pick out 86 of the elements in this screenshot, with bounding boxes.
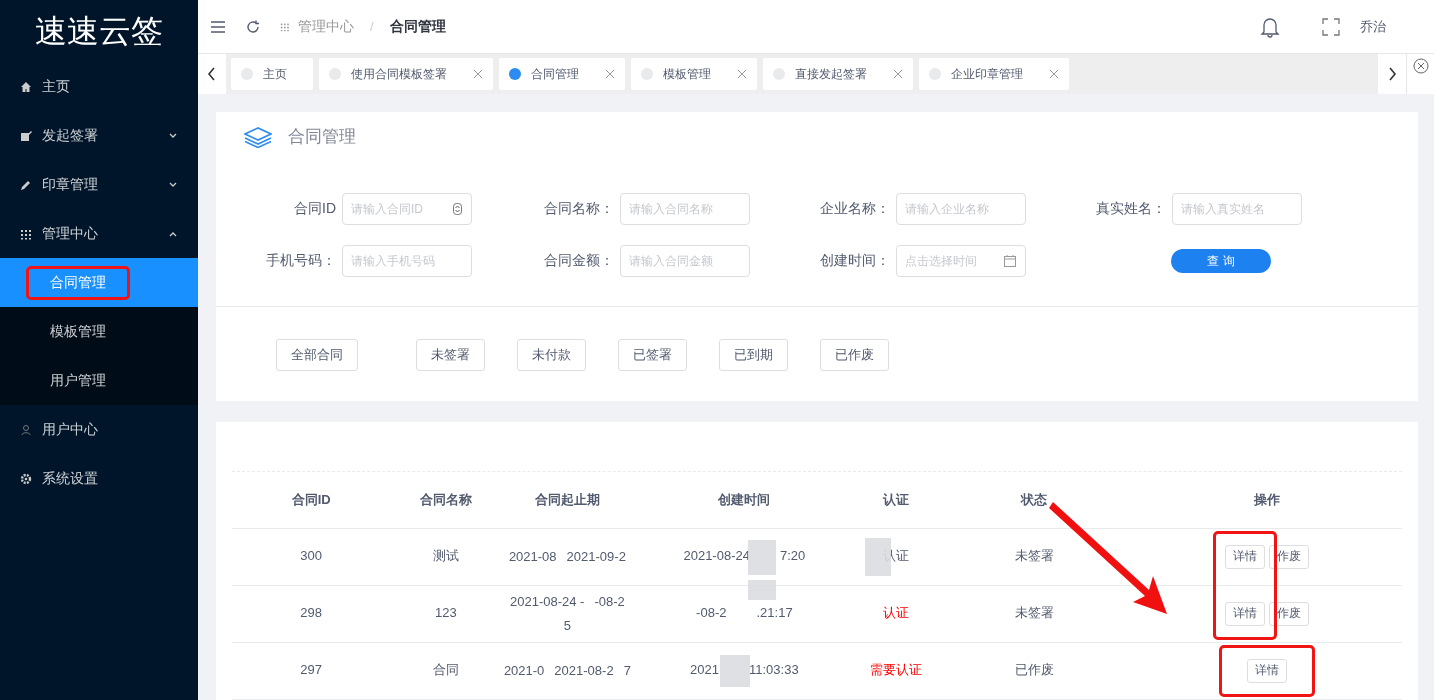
- void-button[interactable]: 作废: [1269, 544, 1310, 569]
- table-cell: 297: [232, 642, 391, 699]
- column-header: 合同起止期: [501, 472, 634, 528]
- sidebar-item[interactable]: 主页: [0, 62, 198, 111]
- filter-button[interactable]: 未签署: [416, 338, 485, 371]
- scroll-right-button[interactable]: [1378, 54, 1406, 94]
- cell-text: 7:20: [779, 547, 806, 566]
- redaction-mark: [748, 580, 776, 600]
- detail-button[interactable]: 详情: [1225, 601, 1266, 626]
- cell-text: -08-2: [696, 604, 727, 623]
- table-cell: 300: [232, 528, 391, 585]
- spinner-icon: [453, 202, 462, 215]
- user-name[interactable]: 乔治: [1360, 16, 1386, 37]
- breadcrumb-item: 合同管理: [389, 17, 446, 36]
- menu-icon[interactable]: [210, 19, 226, 34]
- cell-text: 2021-08-24 -: [509, 593, 585, 612]
- redaction-mark: [748, 540, 776, 575]
- sidebar-item[interactable]: 管理中心: [0, 209, 198, 258]
- sidebar-subitem[interactable]: 用户管理: [0, 356, 198, 405]
- cell-text: .21:17: [756, 604, 793, 623]
- tab[interactable]: 主页: [231, 58, 313, 90]
- cell-text: 2021-08-24: [683, 547, 750, 566]
- fullscreen-icon[interactable]: [1322, 17, 1340, 36]
- cell-text: 需要认证: [869, 661, 922, 680]
- filter-button[interactable]: 全部合同: [276, 338, 358, 371]
- grid-icon: [280, 21, 290, 32]
- filter-button[interactable]: 已作废: [820, 338, 889, 371]
- home-icon: [20, 80, 32, 93]
- void-button[interactable]: 作废: [1269, 601, 1310, 626]
- cell-text: 7: [623, 661, 631, 680]
- filter-button[interactable]: 已到期: [719, 338, 788, 371]
- sidebar-item[interactable]: 用户中心: [0, 405, 198, 454]
- close-all-button[interactable]: [1406, 54, 1434, 94]
- column-header: 认证: [855, 472, 937, 528]
- table-cell: 未签署: [936, 585, 1133, 642]
- cell-text: 2021-0: [503, 661, 545, 680]
- column-header: 合同ID: [232, 472, 391, 528]
- redaction-mark: [720, 655, 750, 687]
- settings-icon: [20, 472, 32, 485]
- cell-text: -08-2: [594, 593, 625, 612]
- chevron-icon: [207, 67, 217, 81]
- column-header: 操作: [1132, 472, 1402, 528]
- table-cell: 298: [232, 585, 391, 642]
- detail-button[interactable]: 详情: [1225, 544, 1266, 569]
- tab[interactable]: 模板管理: [631, 58, 757, 90]
- tab[interactable]: 合同管理: [499, 58, 625, 90]
- table-cell: 已作废: [936, 642, 1133, 699]
- grid-icon: [20, 227, 32, 240]
- search-button[interactable]: 查 询: [1171, 248, 1271, 273]
- sidebar-item[interactable]: 发起签署: [0, 111, 198, 160]
- detail-button[interactable]: 详情: [1247, 658, 1288, 683]
- status-dot: [509, 68, 521, 80]
- notification-icon[interactable]: [1260, 15, 1280, 38]
- breadcrumb-separator: /: [370, 17, 374, 36]
- table-cell: 合同: [390, 642, 502, 699]
- sidebar-subitem[interactable]: 模板管理: [0, 307, 198, 356]
- tab[interactable]: 直接发起签署: [763, 58, 913, 90]
- logo-text: 速速云签: [34, 12, 164, 51]
- cell-text: 2021: [690, 661, 719, 680]
- filter-button[interactable]: 已签署: [618, 338, 687, 371]
- column-header: 合同名称: [390, 472, 502, 528]
- table-cell: 123: [390, 585, 502, 642]
- column-header: 创建时间: [633, 472, 856, 528]
- chevron-icon: [1387, 67, 1397, 81]
- tab[interactable]: 使用合同模板签署: [319, 58, 493, 90]
- sidebar-item[interactable]: 印章管理: [0, 160, 198, 209]
- edit-icon: [20, 129, 32, 142]
- scroll-left-button[interactable]: [198, 54, 226, 94]
- panel-title: 合同管理: [288, 126, 356, 148]
- sidebar-item[interactable]: 系统设置: [0, 454, 198, 503]
- layers-icon: [244, 125, 272, 148]
- user-icon: [20, 423, 32, 436]
- calendar-icon: [1004, 254, 1016, 267]
- filter-button[interactable]: 未付款: [517, 338, 586, 371]
- cell-text: 5: [563, 616, 571, 635]
- cell-text: 2021-08: [508, 547, 557, 566]
- cell-text: 2021-09-2: [566, 547, 626, 566]
- cell-text: 认证: [882, 547, 909, 566]
- cell-text: 11:03:33: [749, 661, 799, 680]
- close-icon: [1412, 58, 1429, 74]
- cell-text: 2021-08-2: [554, 661, 614, 680]
- refresh-icon[interactable]: [246, 19, 260, 34]
- cell-text: 认证: [882, 604, 909, 623]
- tab[interactable]: 企业印章管理: [919, 58, 1069, 90]
- table-cell: 测试: [390, 528, 502, 585]
- pen-icon: [20, 178, 32, 191]
